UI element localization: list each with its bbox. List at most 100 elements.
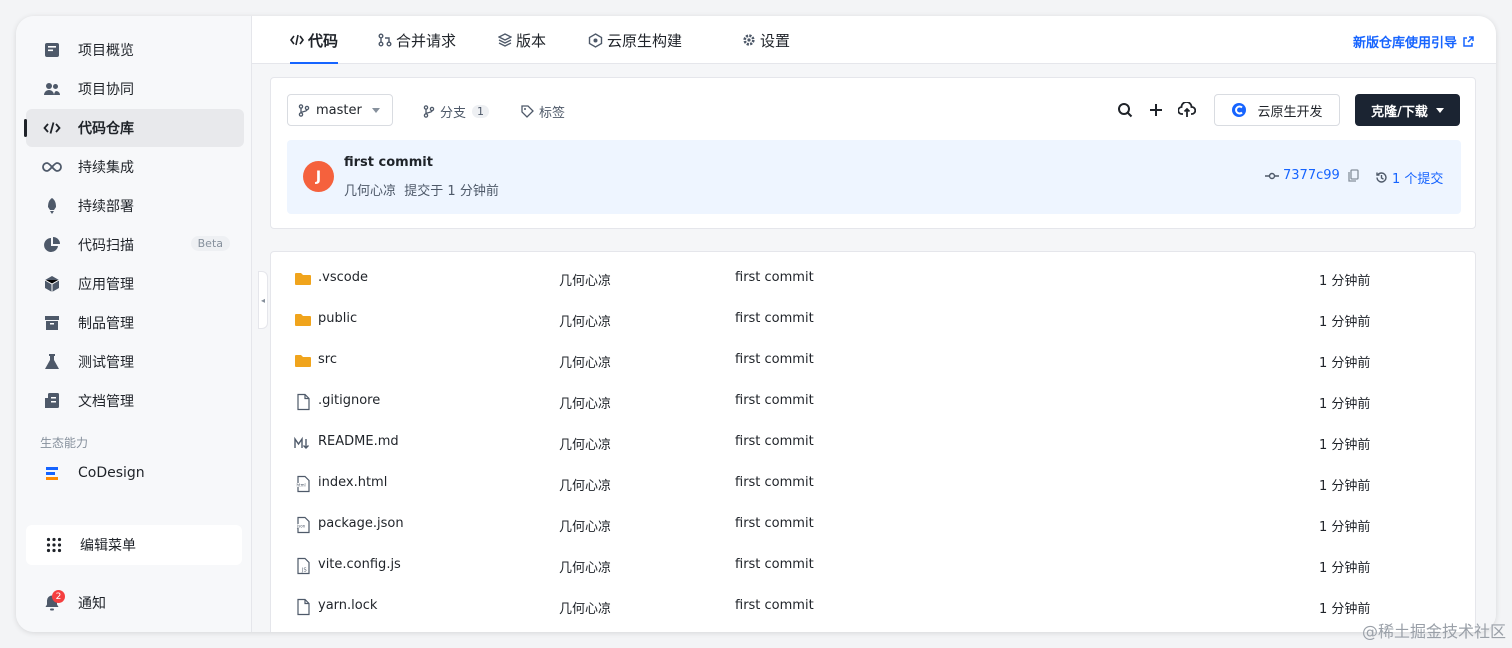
commit-count-link[interactable]: 1 个提交 bbox=[1375, 168, 1443, 187]
tab-versions[interactable]: 版本 bbox=[498, 16, 546, 64]
js-file-icon: JS bbox=[294, 557, 312, 575]
sidebar-item-scan[interactable]: 代码扫描 Beta bbox=[26, 226, 244, 264]
file-commit-message[interactable]: first commit bbox=[735, 393, 814, 408]
sidebar-item-collab[interactable]: 项目协同 bbox=[26, 70, 244, 108]
branch-icon bbox=[298, 103, 310, 117]
codesign-icon bbox=[42, 463, 62, 483]
file-author: 几何心凉 bbox=[559, 520, 612, 535]
file-commit-message[interactable]: first commit bbox=[735, 557, 814, 572]
merge-icon bbox=[378, 33, 392, 47]
sidebar-item-apps[interactable]: 应用管理 bbox=[26, 265, 244, 303]
file-name[interactable]: src bbox=[318, 352, 337, 367]
file-row[interactable]: src 几何心凉 first commit 1 分钟前 bbox=[271, 340, 1477, 381]
search-icon[interactable] bbox=[1115, 100, 1135, 120]
file-row[interactable]: html index.html 几何心凉 first commit 1 分钟前 bbox=[271, 463, 1477, 504]
sidebar-collapse-handle[interactable]: ◂ bbox=[258, 271, 268, 329]
tab-label: 版本 bbox=[516, 31, 547, 50]
team-icon bbox=[42, 79, 62, 99]
file-row[interactable]: README.md 几何心凉 first commit 1 分钟前 bbox=[271, 422, 1477, 463]
file-row[interactable]: JS vite.config.js 几何心凉 first commit 1 分钟前 bbox=[271, 545, 1477, 586]
markdown-icon bbox=[294, 434, 312, 452]
file-name[interactable]: .vscode bbox=[318, 270, 368, 285]
file-name[interactable]: vite.config.js bbox=[318, 557, 401, 572]
file-row[interactable]: public 几何心凉 first commit 1 分钟前 bbox=[271, 299, 1477, 340]
plus-icon[interactable] bbox=[1146, 100, 1166, 120]
sidebar-item-label: 应用管理 bbox=[78, 277, 134, 293]
watermark: @稀土掘金技术社区 bbox=[1361, 622, 1506, 641]
cloud-dev-logo-icon bbox=[1231, 102, 1247, 118]
file-name[interactable]: package.json bbox=[318, 516, 404, 531]
main-content: master 分支 1 标签 云原生开发 克隆/下载 J first commi… bbox=[252, 64, 1496, 632]
grid-icon bbox=[44, 535, 64, 555]
sidebar-item-testing[interactable]: 测试管理 bbox=[26, 343, 244, 381]
file-commit-message[interactable]: first commit bbox=[735, 270, 814, 285]
commit-hash: 7377c99 bbox=[1283, 168, 1340, 183]
sidebar-item-code-repo[interactable]: 代码仓库 bbox=[24, 109, 244, 147]
clone-download-button[interactable]: 克隆/下载 bbox=[1355, 94, 1460, 126]
file-row[interactable]: yarn.lock 几何心凉 first commit 1 分钟前 bbox=[271, 586, 1477, 627]
file-commit-message[interactable]: first commit bbox=[735, 434, 814, 449]
sidebar-item-label: 项目概览 bbox=[78, 43, 134, 59]
sidebar-item-label: 持续集成 bbox=[78, 160, 134, 176]
commit-hash-link[interactable]: 7377c99 bbox=[1265, 168, 1359, 183]
file-row[interactable]: json package.json 几何心凉 first commit 1 分钟前 bbox=[271, 504, 1477, 545]
file-commit-message[interactable]: first commit bbox=[735, 311, 814, 326]
overview-icon bbox=[42, 40, 62, 60]
sidebar-item-docs[interactable]: 文档管理 bbox=[26, 382, 244, 420]
file-author: 几何心凉 bbox=[559, 438, 612, 453]
sidebar-item-overview[interactable]: 项目概览 bbox=[26, 31, 244, 69]
file-commit-message[interactable]: first commit bbox=[735, 475, 814, 490]
branches-count: 1 bbox=[472, 105, 490, 118]
sidebar-item-codesign[interactable]: CoDesign bbox=[26, 454, 244, 492]
cloud-native-dev-button[interactable]: 云原生开发 bbox=[1214, 94, 1340, 126]
rocket-icon bbox=[42, 196, 62, 216]
file-commit-message[interactable]: first commit bbox=[735, 352, 814, 367]
file-time: 1 分钟前 bbox=[1319, 602, 1371, 617]
file-commit-message[interactable]: first commit bbox=[735, 516, 814, 531]
branches-link[interactable]: 分支 1 bbox=[423, 102, 490, 121]
cloud-upload-icon[interactable] bbox=[1177, 100, 1197, 120]
gear-icon bbox=[742, 33, 756, 47]
sidebar-item-artifacts[interactable]: 制品管理 bbox=[26, 304, 244, 342]
repo-guide-link[interactable]: 新版仓库使用引导 bbox=[1353, 32, 1474, 51]
commit-title[interactable]: first commit bbox=[344, 155, 433, 170]
tab-settings[interactable]: 设置 bbox=[742, 16, 790, 64]
repo-tabs: 代码 合并请求 版本 云原生构建 设置 新版仓库使用引导 bbox=[252, 16, 1496, 64]
file-time: 1 分钟前 bbox=[1319, 561, 1371, 576]
sidebar-item-ci[interactable]: 持续集成 bbox=[26, 148, 244, 186]
file-commit-message[interactable]: first commit bbox=[735, 598, 814, 613]
file-icon bbox=[294, 393, 312, 411]
sidebar-item-label: 项目协同 bbox=[78, 82, 134, 98]
folder-icon bbox=[294, 352, 312, 370]
file-name[interactable]: public bbox=[318, 311, 357, 326]
file-name[interactable]: README.md bbox=[318, 434, 399, 449]
folder-icon bbox=[294, 311, 312, 329]
svg-text:json: json bbox=[296, 524, 306, 529]
repo-header-card: master 分支 1 标签 云原生开发 克隆/下载 J first commi… bbox=[270, 77, 1476, 229]
tab-label: 设置 bbox=[760, 31, 791, 50]
layers-icon bbox=[498, 33, 512, 47]
box-icon bbox=[42, 313, 62, 333]
file-author: 几何心凉 bbox=[559, 274, 612, 289]
file-name[interactable]: index.html bbox=[318, 475, 387, 490]
commit-count: 1 个提交 bbox=[1392, 172, 1444, 187]
sidebar-item-cd[interactable]: 持续部署 bbox=[26, 187, 244, 225]
folder-icon bbox=[294, 270, 312, 288]
json-file-icon: json bbox=[294, 516, 312, 534]
file-row[interactable]: .vscode 几何心凉 first commit 1 分钟前 bbox=[271, 258, 1477, 299]
tab-cloud-build[interactable]: 云原生构建 bbox=[588, 16, 682, 64]
avatar[interactable]: J bbox=[303, 161, 334, 192]
history-icon bbox=[1375, 171, 1388, 184]
file-name[interactable]: .gitignore bbox=[318, 393, 380, 408]
copy-icon[interactable] bbox=[1348, 169, 1359, 182]
commit-meta: 几何心凉 提交于 1 分钟前 bbox=[344, 180, 499, 199]
branch-select[interactable]: master bbox=[287, 94, 393, 126]
tab-code[interactable]: 代码 bbox=[290, 16, 339, 64]
tags-link[interactable]: 标签 bbox=[521, 102, 565, 121]
tab-merge-requests[interactable]: 合并请求 bbox=[378, 16, 456, 64]
file-icon bbox=[294, 598, 312, 616]
file-name[interactable]: yarn.lock bbox=[318, 598, 377, 613]
file-row[interactable]: .gitignore 几何心凉 first commit 1 分钟前 bbox=[271, 381, 1477, 422]
tab-label: 合并请求 bbox=[396, 31, 457, 50]
edit-menu-button[interactable]: 编辑菜单 bbox=[26, 525, 242, 565]
